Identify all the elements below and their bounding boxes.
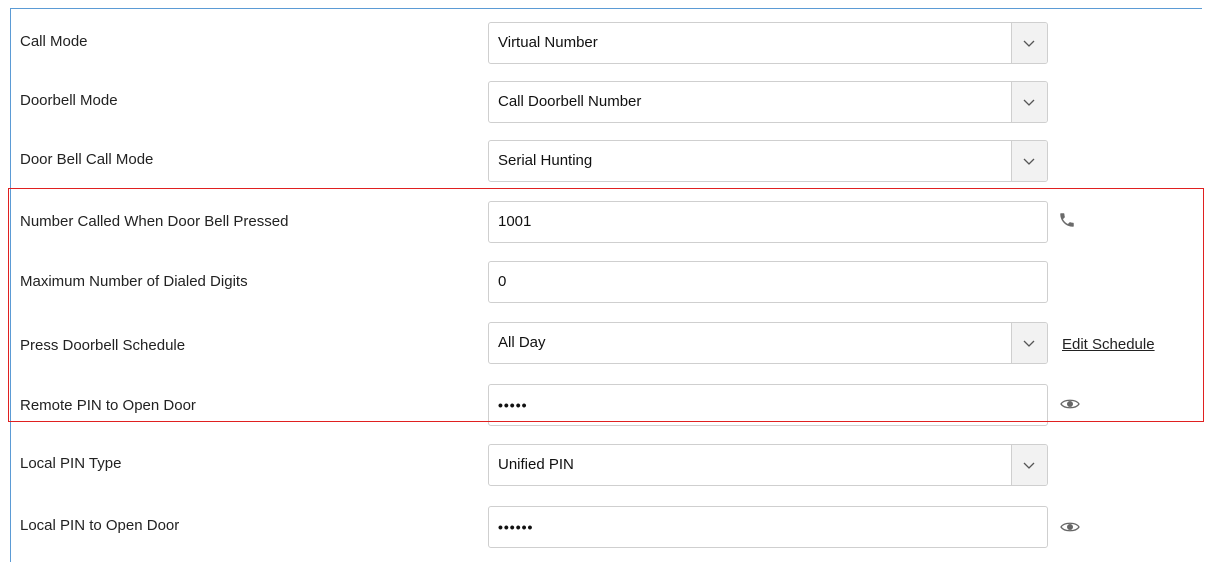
panel-top-border	[10, 8, 1202, 9]
local-pin-type-label: Local PIN Type	[20, 455, 122, 472]
chevron-down-icon[interactable]	[1011, 82, 1047, 122]
remote-pin-value: •••••	[498, 397, 528, 413]
door-bell-call-mode-label: Door Bell Call Mode	[20, 151, 154, 168]
call-mode-row: Call Mode Virtual Number	[0, 22, 1212, 82]
remote-pin-input[interactable]: •••••	[488, 384, 1048, 426]
call-mode-value: Virtual Number	[498, 34, 598, 51]
doorbell-mode-select[interactable]: Call Doorbell Number	[488, 81, 1048, 123]
edit-schedule-link[interactable]: Edit Schedule	[1062, 335, 1155, 355]
call-mode-select[interactable]: Virtual Number	[488, 22, 1048, 64]
call-mode-label: Call Mode	[20, 33, 88, 50]
local-pin-input[interactable]: ••••••	[488, 506, 1048, 548]
doorbell-mode-row: Doorbell Mode Call Doorbell Number	[0, 81, 1212, 141]
door-bell-call-mode-value: Serial Hunting	[498, 152, 593, 169]
chevron-down-icon[interactable]	[1011, 141, 1047, 181]
max-dialed-digits-label: Maximum Number of Dialed Digits	[20, 273, 248, 290]
door-bell-call-mode-select[interactable]: Serial Hunting	[488, 140, 1048, 182]
press-doorbell-schedule-value: All Day	[498, 334, 546, 351]
press-doorbell-schedule-row: Press Doorbell Schedule All Day Edit Sch…	[0, 322, 1212, 382]
press-doorbell-schedule-label: Press Doorbell Schedule	[20, 337, 186, 354]
max-dialed-digits-value: 0	[498, 273, 507, 290]
local-pin-type-row: Local PIN Type Unified PIN	[0, 444, 1212, 504]
number-called-value: 1001	[498, 213, 532, 230]
local-pin-row: Local PIN to Open Door ••••••	[0, 506, 1212, 566]
press-doorbell-schedule-select[interactable]: All Day	[488, 322, 1048, 364]
chevron-down-icon[interactable]	[1011, 445, 1047, 485]
number-called-input[interactable]: 1001	[488, 201, 1048, 243]
number-called-label: Number Called When Door Bell Pressed	[20, 213, 289, 230]
chevron-down-icon[interactable]	[1011, 323, 1047, 363]
local-pin-type-select[interactable]: Unified PIN	[488, 444, 1048, 486]
local-pin-value: ••••••	[498, 519, 534, 535]
local-pin-label: Local PIN to Open Door	[20, 517, 180, 534]
phone-icon[interactable]	[1058, 211, 1080, 233]
remote-pin-row: Remote PIN to Open Door •••••	[0, 384, 1212, 444]
door-bell-call-mode-row: Door Bell Call Mode Serial Hunting	[0, 140, 1212, 200]
eye-icon[interactable]	[1060, 397, 1082, 419]
local-pin-type-value: Unified PIN	[498, 456, 574, 473]
doorbell-mode-label: Doorbell Mode	[20, 92, 118, 109]
max-dialed-digits-row: Maximum Number of Dialed Digits 0	[0, 261, 1212, 321]
chevron-down-icon[interactable]	[1011, 23, 1047, 63]
eye-icon[interactable]	[1060, 520, 1082, 542]
number-called-row: Number Called When Door Bell Pressed 100…	[0, 201, 1212, 261]
max-dialed-digits-input[interactable]: 0	[488, 261, 1048, 303]
doorbell-mode-value: Call Doorbell Number	[498, 93, 642, 110]
remote-pin-label: Remote PIN to Open Door	[20, 397, 196, 414]
